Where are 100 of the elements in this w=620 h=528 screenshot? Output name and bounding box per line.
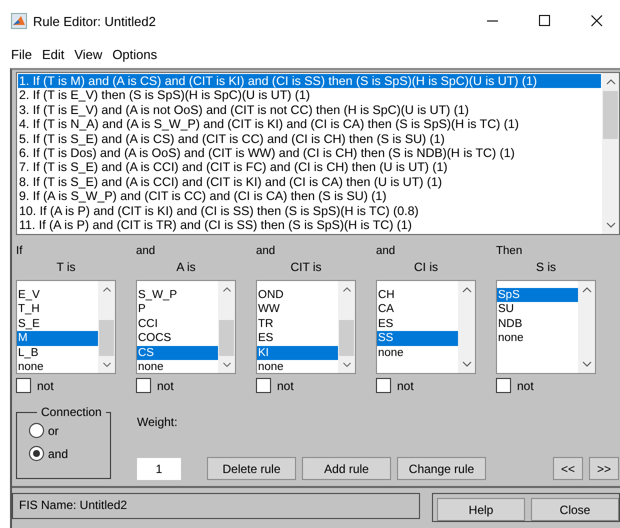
- scroll-thumb[interactable]: [603, 91, 618, 139]
- term-item[interactable]: P: [137, 302, 218, 317]
- variable-label: T is: [56, 260, 76, 276]
- status-text: FIS Name: Untitled2: [12, 493, 420, 519]
- footer-button[interactable]: Close: [531, 498, 619, 521]
- rule-row[interactable]: 10. If (A is P) and (CIT is KI) and (CI is SS) then (S is SpS)(H is TC) (0.8): [18, 204, 601, 218]
- term-item[interactable]: CCI: [137, 316, 218, 332]
- term-item[interactable]: E_V: [17, 288, 98, 302]
- scroll-down-icon[interactable]: [102, 362, 112, 368]
- menu-item[interactable]: Edit: [36, 46, 70, 62]
- term-list[interactable]: S_W_P P CCI COCS CS none: [136, 280, 236, 374]
- term-item[interactable]: SU: [497, 302, 578, 317]
- scrollbar[interactable]: [578, 281, 595, 373]
- variable-label: CIT is: [290, 260, 322, 276]
- connector-label: and: [256, 245, 276, 259]
- term-list[interactable]: CH CA ES SS none: [376, 280, 476, 374]
- scrollbar[interactable]: [98, 281, 115, 373]
- scrollbar[interactable]: [458, 281, 475, 373]
- scroll-up-icon[interactable]: [606, 79, 616, 85]
- term-item[interactable]: M: [17, 331, 98, 346]
- scroll-down-icon[interactable]: [606, 222, 616, 228]
- radio-button[interactable]: [29, 423, 44, 438]
- action-button[interactable]: Change rule: [397, 457, 486, 480]
- term-item[interactable]: T_H: [17, 302, 98, 317]
- action-button[interactable]: Add rule: [302, 457, 391, 480]
- weight-field[interactable]: 1: [137, 458, 181, 480]
- scrollbar[interactable]: [338, 281, 355, 373]
- rule-row[interactable]: 2. If (T is E_V) then (S is SpS)(H is SpC)(U is UT) (1): [18, 88, 601, 103]
- term-item[interactable]: L_B: [17, 346, 98, 360]
- action-button[interactable]: Delete rule: [207, 457, 296, 480]
- not-checkbox[interactable]: [256, 378, 271, 393]
- scroll-up-icon[interactable]: [222, 287, 232, 292]
- rule-row[interactable]: 3. If (T is E_V) and (A is not OoS) and (CIT is not CC) then (H is SpC)(U is UT) (1): [18, 102, 601, 118]
- rule-row[interactable]: 4. If (T is N_A) and (A is S_W_P) and (CIT is KI) and (CI is CA) then (S is SpS)(H is TC) (1): [18, 117, 601, 132]
- menu-item[interactable]: View: [69, 46, 108, 62]
- scroll-down-icon[interactable]: [222, 362, 232, 368]
- term-list[interactable]: OND WW TR ES KI none: [256, 280, 356, 374]
- term-item[interactable]: WW: [257, 302, 338, 317]
- weight-label: Weight:: [137, 415, 178, 431]
- term-list[interactable]: SpS SU NDB none: [496, 280, 596, 374]
- term-item[interactable]: none: [377, 346, 458, 360]
- variable-label: S is: [536, 260, 556, 276]
- not-checkbox[interactable]: [376, 378, 391, 393]
- term-item[interactable]: none: [257, 360, 338, 373]
- term-item[interactable]: ES: [377, 316, 458, 332]
- scroll-down-icon[interactable]: [582, 361, 592, 367]
- rule-row[interactable]: 1. If (T is M) and (A is CS) and (CIT is KI) and (CI is SS) then (S is SpS)(H is SpC)(U is UT) (1): [18, 74, 601, 88]
- rule-row[interactable]: 7. If (T is S_E) and (A is CCI) and (CIT is FC) and (CI is CH) then (U is UT) (1): [18, 160, 601, 175]
- term-item[interactable]: S_E: [17, 316, 98, 332]
- term-item[interactable]: TR: [257, 316, 338, 332]
- scroll-up-icon[interactable]: [582, 287, 592, 293]
- term-item[interactable]: none: [137, 360, 218, 373]
- rule-list[interactable]: [16, 72, 620, 235]
- menu-item[interactable]: Options: [107, 46, 162, 62]
- term-item[interactable]: SS: [377, 331, 458, 346]
- scrollbar[interactable]: [218, 281, 235, 373]
- scroll-down-icon[interactable]: [462, 361, 472, 367]
- rule-row[interactable]: 8. If (T is S_E) and (A is CCI) and (CIT is KI) and (CI is CA) then (U is UT) (1): [18, 174, 601, 190]
- rule-row[interactable]: 6. If (T is Dos) and (A is OoS) and (CIT is WW) and (CI is CH) then (S is NDB)(H is TC) (1): [18, 146, 601, 160]
- checkbox-label: not: [397, 378, 414, 392]
- term-item[interactable]: OND: [257, 288, 338, 302]
- term-item[interactable]: NDB: [497, 316, 578, 332]
- footer-button[interactable]: Help: [437, 498, 525, 521]
- previous-button[interactable]: <<: [553, 457, 583, 480]
- term-item[interactable]: CA: [377, 302, 458, 317]
- scroll-up-icon[interactable]: [342, 287, 352, 292]
- term-item[interactable]: KI: [257, 346, 338, 360]
- not-checkbox[interactable]: [136, 378, 151, 393]
- rule-row[interactable]: 11. If (A is P) and (CIT is TR) and (CI is SS) then (S is SpS)(H is TC) (1): [18, 218, 601, 232]
- term-item[interactable]: none: [497, 331, 578, 346]
- radio-button[interactable]: [29, 446, 44, 461]
- connector-label: and: [136, 245, 156, 259]
- term-item[interactable]: ES: [257, 331, 338, 346]
- maximize-icon[interactable]: [539, 15, 551, 27]
- connector-label: Then: [496, 245, 524, 259]
- scroll-up-icon[interactable]: [462, 287, 472, 293]
- not-checkbox[interactable]: [496, 378, 511, 393]
- rule-row[interactable]: 9. If (A is S_W_P) and (CIT is CC) and (CI is CA) then (S is SU) (1): [18, 189, 601, 204]
- menu-item[interactable]: File: [6, 46, 37, 62]
- checkbox-label: not: [37, 378, 54, 392]
- radio-label: and: [48, 446, 68, 460]
- scroll-up-icon[interactable]: [102, 287, 112, 292]
- term-item[interactable]: CS: [137, 346, 218, 360]
- rule-row[interactable]: 5. If (T is S_E) and (A is CS) and (CIT is CC) and (CI is CH) then (S is SU) (1): [18, 132, 601, 146]
- connector-label: and: [376, 245, 396, 259]
- variable-label: CI is: [414, 260, 438, 276]
- term-item[interactable]: none: [17, 360, 98, 373]
- term-item[interactable]: SpS: [497, 288, 578, 302]
- close-icon[interactable]: [591, 15, 603, 27]
- radio-label: or: [48, 424, 59, 438]
- next-button[interactable]: >>: [589, 457, 619, 480]
- term-item[interactable]: COCS: [137, 331, 218, 346]
- scrollbar[interactable]: [602, 73, 619, 234]
- checkbox-label: not: [157, 378, 174, 392]
- group-title: Connection: [40, 405, 103, 419]
- not-checkbox[interactable]: [16, 378, 31, 393]
- term-item[interactable]: CH: [377, 288, 458, 302]
- term-item[interactable]: S_W_P: [137, 288, 218, 302]
- scroll-down-icon[interactable]: [342, 362, 352, 368]
- term-list[interactable]: E_V T_H S_E M L_B none: [16, 280, 116, 374]
